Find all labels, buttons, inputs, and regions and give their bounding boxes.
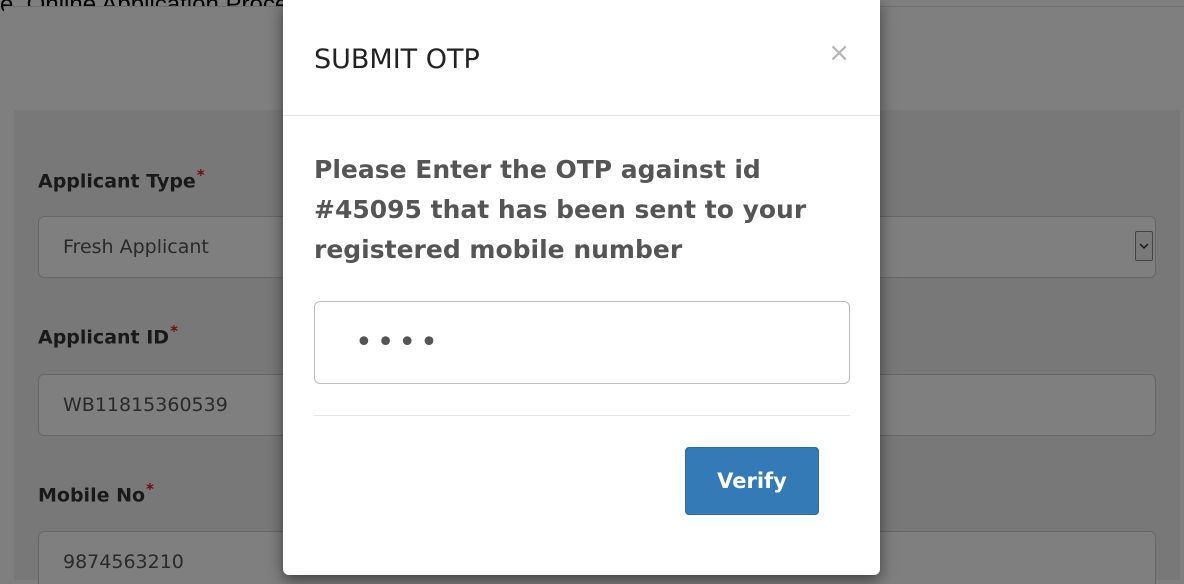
close-icon[interactable]: × — [828, 38, 850, 68]
modal-title: SUBMIT OTP — [314, 44, 480, 75]
otp-input[interactable] — [314, 301, 850, 384]
page: e. Online Application Process in SVMCM A… — [0, 0, 1184, 584]
otp-instruction-message: Please Enter the OTP against id #45095 t… — [314, 155, 807, 264]
otp-modal: SUBMIT OTP × Please Enter the OTP agains… — [283, 0, 880, 575]
verify-button[interactable]: Verify — [685, 447, 819, 515]
modal-footer-divider — [314, 415, 850, 416]
modal-header: SUBMIT OTP × — [283, 0, 880, 116]
